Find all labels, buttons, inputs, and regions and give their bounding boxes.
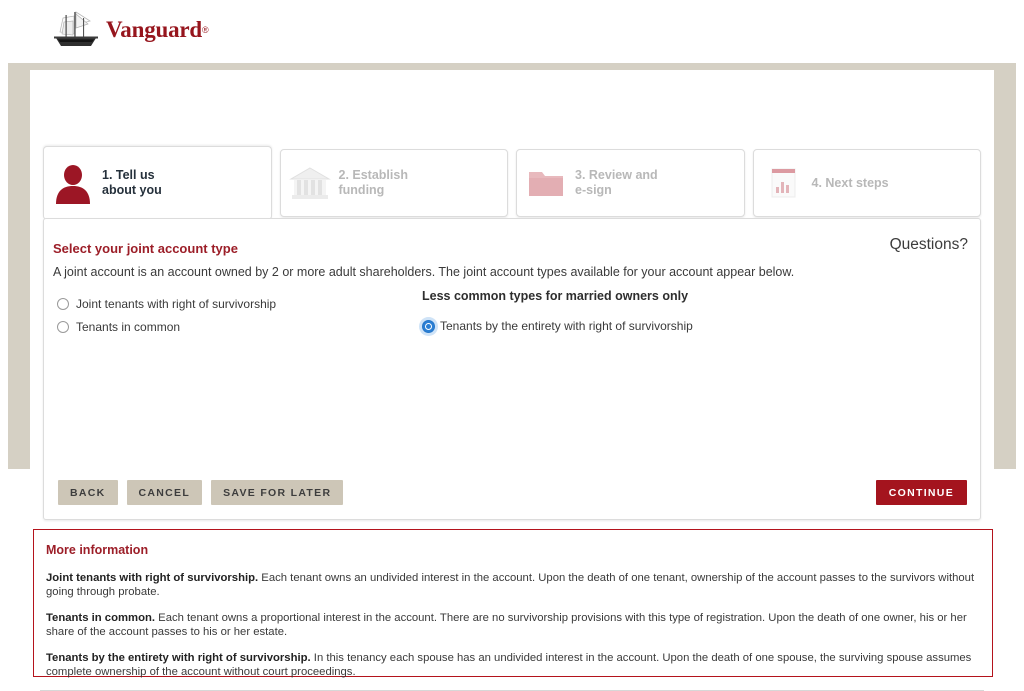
- info-paragraph: Joint tenants with right of survivorship…: [46, 572, 982, 599]
- folder-icon: [529, 172, 563, 196]
- info-term: Tenants by the entirety with right of su…: [46, 652, 311, 664]
- more-information-title: More information: [46, 543, 149, 557]
- bank-building-icon: [288, 167, 331, 199]
- info-term: Tenants in common.: [46, 612, 156, 624]
- radio-button[interactable]: [57, 298, 69, 310]
- account-type-panel: Select your joint account type Questions…: [43, 218, 981, 520]
- radio-label: Tenants in common: [76, 320, 181, 334]
- step-tab-establish-funding[interactable]: 2. Establish funding: [279, 149, 508, 217]
- chart-document-icon: [771, 168, 795, 198]
- radio-button-selected[interactable]: [422, 319, 435, 333]
- page-frame: 1. Tell us about you 2. Establish fundin…: [0, 63, 1024, 691]
- radio-option-tenants-by-entirety[interactable]: Tenants by the entirety with right of su…: [422, 319, 842, 333]
- radio-option-joint-tenants[interactable]: Joint tenants with right of survivorship: [57, 297, 437, 311]
- radio-option-tenants-in-common[interactable]: Tenants in common: [57, 320, 437, 334]
- step-tab-next-steps[interactable]: 4. Next steps: [752, 149, 981, 217]
- form-actions: BACK CANCEL SAVE FOR LATER: [58, 480, 344, 505]
- info-text: Each tenant owns a proportional interest…: [46, 612, 967, 638]
- step-tab-label: 3. Review and e-sign: [575, 168, 658, 197]
- page-title: Select your joint account type: [53, 241, 238, 256]
- sailing-ship-icon: [54, 11, 98, 46]
- step-tab-label: 1. Tell us about you: [102, 168, 162, 197]
- radio-button[interactable]: [57, 321, 69, 333]
- step-tab-tell-us-about-you[interactable]: 1. Tell us about you: [43, 146, 272, 220]
- step-tab-label: 2. Establish funding: [338, 168, 408, 197]
- common-types-column: Joint tenants with right of survivorship…: [57, 297, 437, 343]
- registered-mark: ®: [201, 25, 209, 35]
- back-button[interactable]: BACK: [58, 480, 118, 505]
- cancel-button[interactable]: CANCEL: [126, 480, 203, 505]
- info-term: Joint tenants with right of survivorship…: [46, 572, 259, 584]
- married-owners-heading: Less common types for married owners onl…: [422, 289, 689, 303]
- step-tab-review-and-e-sign[interactable]: 3. Review and e-sign: [516, 149, 745, 217]
- radio-label: Joint tenants with right of survivorship: [76, 297, 277, 311]
- save-for-later-button[interactable]: SAVE FOR LATER: [211, 480, 344, 505]
- site-header: Vanguard ®: [0, 0, 1024, 63]
- vanguard-logo[interactable]: Vanguard ®: [50, 8, 209, 52]
- step-tab-label: 4. Next steps: [811, 175, 889, 190]
- person-icon: [56, 165, 90, 204]
- intro-text: A joint account is an account owned by 2…: [53, 265, 795, 279]
- brand-name: Vanguard: [106, 17, 202, 42]
- info-paragraph: Tenants by the entirety with right of su…: [46, 652, 982, 679]
- info-paragraph: Tenants in common. Each tenant owns a pr…: [46, 612, 982, 639]
- progress-steps: 1. Tell us about you 2. Establish fundin…: [43, 146, 981, 220]
- questions-link[interactable]: Questions?: [890, 236, 968, 254]
- radio-label: Tenants by the entirety with right of su…: [440, 319, 693, 333]
- continue-button[interactable]: CONTINUE: [875, 480, 967, 505]
- married-owners-column: Less common types for married owners onl…: [422, 289, 842, 342]
- more-information-box: More information Joint tenants with righ…: [33, 529, 993, 679]
